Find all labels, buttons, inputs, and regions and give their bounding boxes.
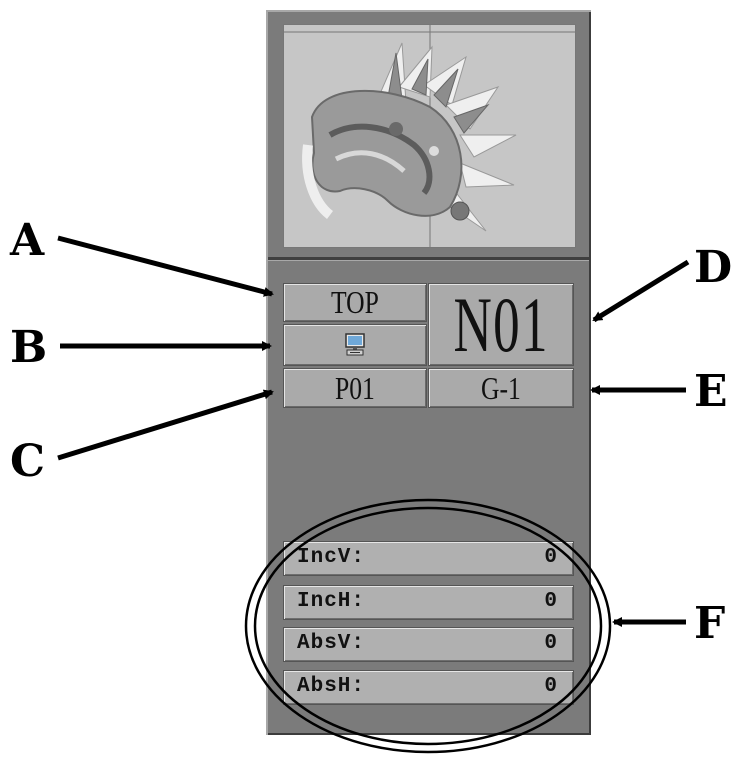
- callout-label-e: E: [694, 366, 728, 417]
- callout-overlay: [57, 235, 690, 754]
- callout-label-b: B: [10, 322, 48, 373]
- callout-arrow-c: [57, 389, 274, 461]
- callout-label-a: A: [10, 215, 45, 266]
- callout-arrow-a: [57, 235, 274, 297]
- callout-label-d: D: [694, 242, 733, 293]
- callout-label-c: C: [10, 436, 46, 487]
- callout-arrow-d: [592, 259, 690, 323]
- callout-ellipse-f: [244, 498, 612, 754]
- callout-label-f: F: [694, 598, 726, 649]
